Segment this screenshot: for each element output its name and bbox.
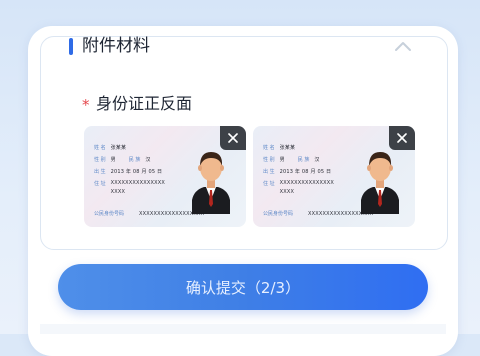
id-card-front-image[interactable]: 姓 名 张某某 性 别 男 民 族 汉 出 生 2013 年 08 月 05 日… (84, 126, 246, 227)
card-address-row: 住 址 XXXXXXXXXXXXXXX XXXX (263, 180, 334, 195)
card-sex-value: 男 (279, 157, 285, 163)
card-birth-row: 出 生 2013 年 08 月 05 日 (94, 168, 162, 175)
section-title: 附件材料 (82, 36, 150, 56)
chevron-up-icon[interactable] (394, 40, 412, 52)
card-address-line1: XXXXXXXXXXXXXXX (110, 180, 165, 186)
field-label-id-card: 身份证正反面 (96, 94, 193, 113)
card-id-row: 公民身份号码 XXXXXXXXXXXXXXXXXX (263, 210, 373, 218)
card-sex-value: 男 (110, 157, 116, 163)
confirm-submit-button[interactable]: 确认提交（2/3） (58, 264, 428, 310)
card-name-row: 姓 名 张某某 (263, 144, 295, 151)
card-address-line1: XXXXXXXXXXXXXXX (279, 180, 334, 186)
section-accent-bar (69, 38, 73, 55)
card-ethnic-label: 民 族 (128, 157, 141, 163)
card-name-value: 张某某 (110, 145, 127, 151)
card-address-line2: XXXX (110, 189, 126, 195)
card-birth-value: 2013 年 08 月 05 日 (279, 169, 332, 175)
avatar-icon (361, 152, 399, 214)
card-footer (40, 324, 446, 334)
card-sex-row: 性 别 男 民 族 汉 (263, 156, 320, 163)
card-name-value: 张某某 (279, 145, 296, 151)
card-address-label: 住 址 (94, 181, 106, 187)
required-mark: * (82, 96, 90, 114)
card-id-label: 公民身份号码 (263, 211, 294, 217)
close-icon (397, 133, 407, 143)
remove-image-button[interactable] (220, 126, 246, 150)
card-name-label: 姓 名 (94, 145, 106, 151)
card-id-row: 公民身份号码 XXXXXXXXXXXXXXXXXX (94, 210, 204, 218)
card-name-label: 姓 名 (263, 145, 275, 151)
card-birth-label: 出 生 (263, 169, 275, 175)
card-birth-row: 出 生 2013 年 08 月 05 日 (263, 168, 331, 175)
card-sex-label: 性 别 (263, 157, 275, 163)
card-address-line2: XXXX (279, 189, 295, 195)
card-id-label: 公民身份号码 (94, 211, 125, 217)
close-icon (228, 133, 238, 143)
card-address-label: 住 址 (263, 181, 275, 187)
card-sex-label: 性 别 (94, 157, 106, 163)
card-ethnic-value: 汉 (314, 157, 320, 163)
card-ethnic-value: 汉 (145, 157, 151, 163)
card-ethnic-label: 民 族 (297, 157, 310, 163)
card-name-row: 姓 名 张某某 (94, 144, 126, 151)
card-sex-row: 性 别 男 民 族 汉 (94, 156, 151, 163)
card-address-row: 住 址 XXXXXXXXXXXXXXX XXXX (94, 180, 165, 195)
card-birth-label: 出 生 (94, 169, 106, 175)
avatar-icon (192, 152, 230, 214)
remove-image-button[interactable] (389, 126, 415, 150)
id-card-back-image[interactable]: 姓 名 张某某 性 别 男 民 族 汉 出 生 2013 年 08 月 05 日… (253, 126, 415, 227)
card-birth-value: 2013 年 08 月 05 日 (110, 169, 163, 175)
